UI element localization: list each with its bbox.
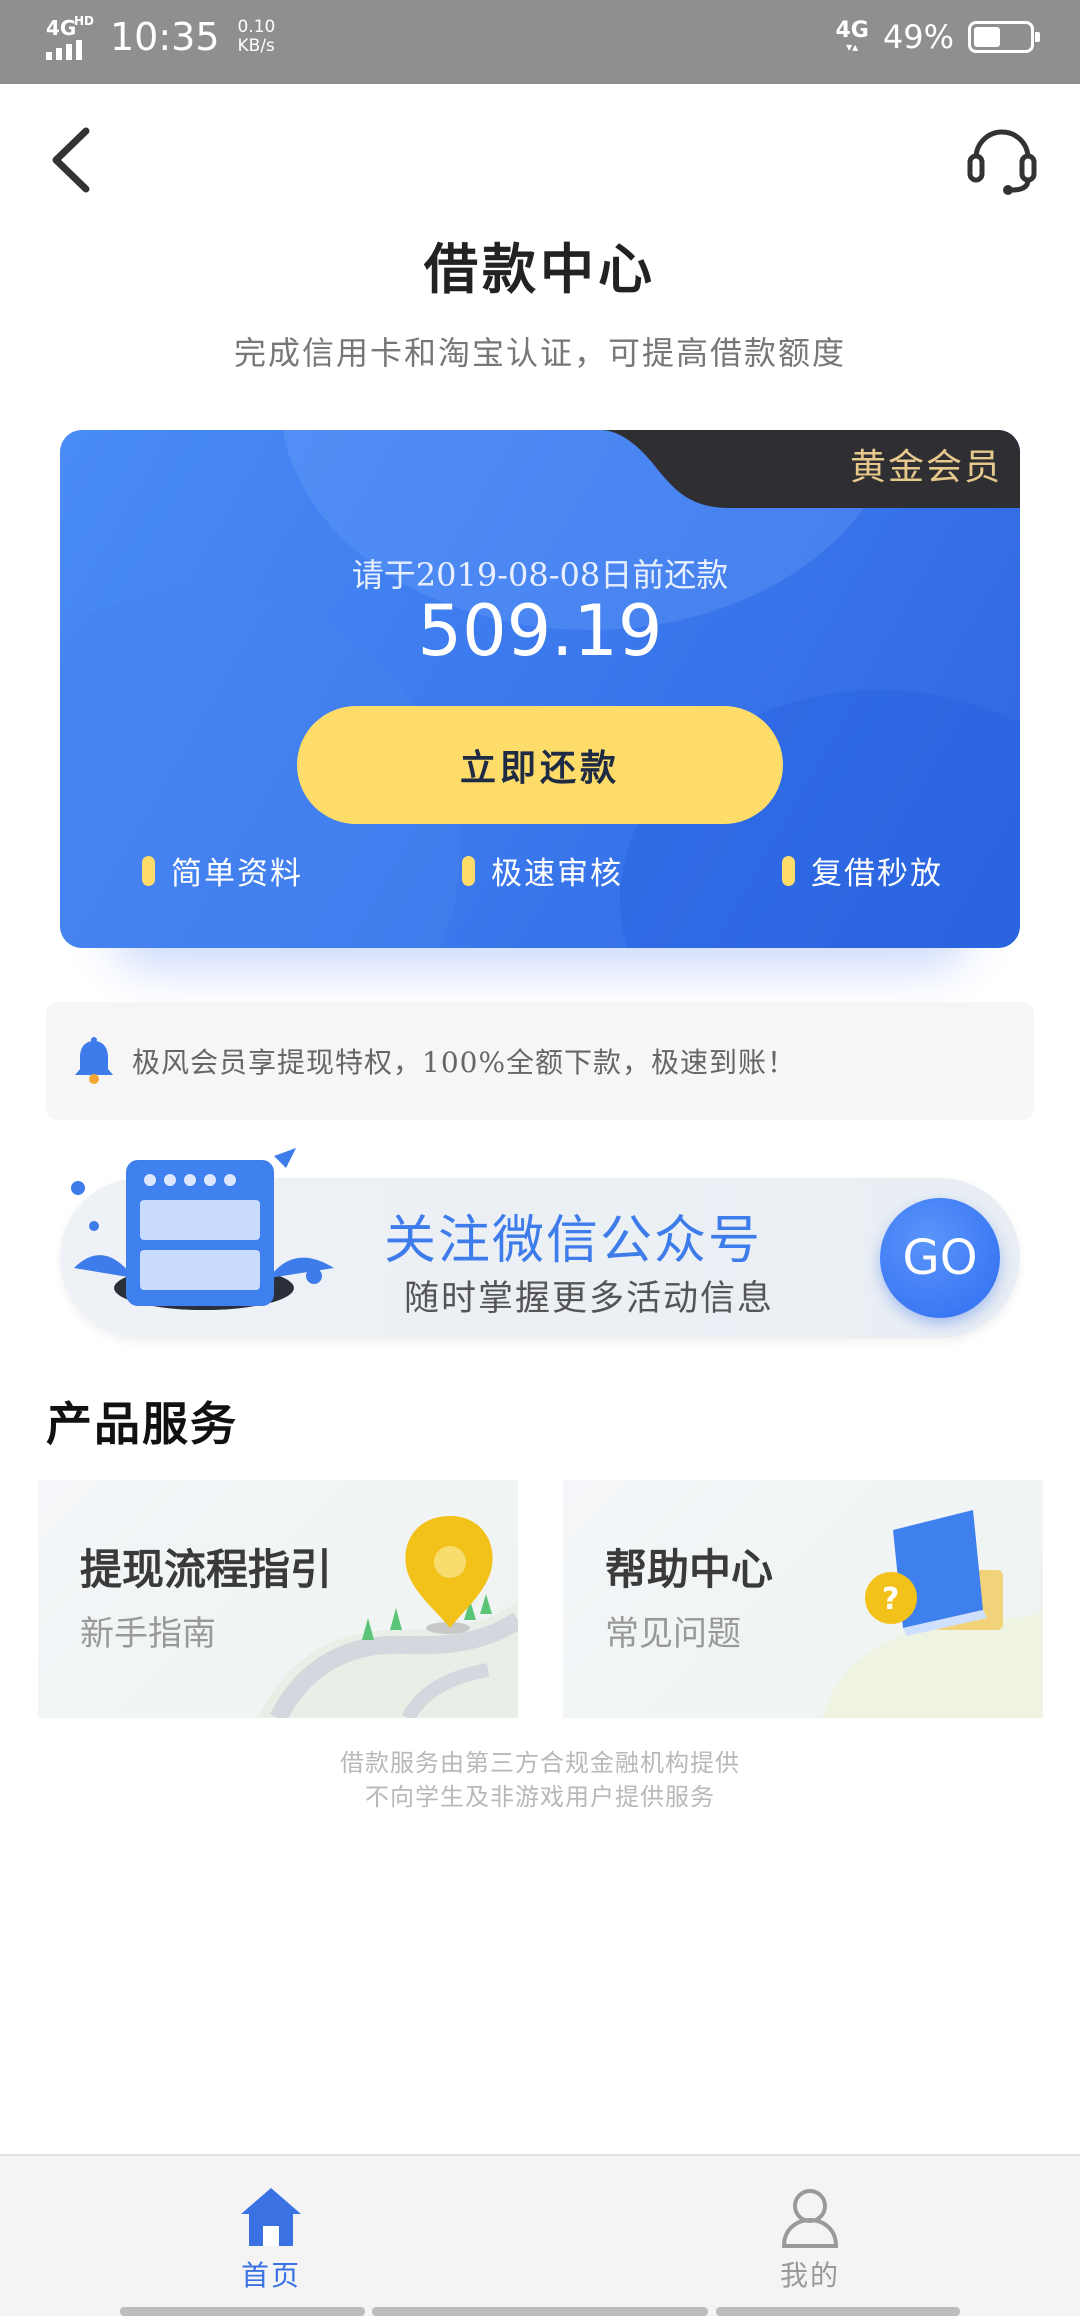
feature-label: 复借秒放 (811, 856, 943, 892)
map-pin-icon (258, 1516, 518, 1718)
headset-icon (967, 129, 1037, 195)
go-button[interactable]: GO (880, 1198, 1000, 1318)
gesture-bar (716, 2307, 960, 2316)
network-speed: 0.10 KB/s (238, 18, 276, 56)
signal-icon: 4G HD (46, 14, 100, 60)
gesture-bar (120, 2307, 365, 2316)
signal-bars (46, 40, 82, 60)
status-right: 4G ▾▴ 49% (835, 18, 1040, 56)
tab-home[interactable]: 首页 (191, 2186, 351, 2296)
feature-list: 简单资料 极速审核 复借秒放 (60, 848, 1020, 892)
notice-text: 极风会员享提现特权，100%全额下款，极速到账！ (132, 1046, 797, 1079)
tab-label: 我的 (779, 2259, 840, 2292)
service-card-subtitle: 常见问题 (605, 1614, 741, 1654)
battery-icon (968, 21, 1040, 53)
vip-badge: 黄金会员 (849, 447, 1002, 488)
chevron-left-icon (52, 127, 90, 193)
feature-marker (782, 855, 795, 886)
customer-service-button[interactable] (964, 118, 1040, 198)
page-title: 借款中心 (424, 237, 656, 301)
tab-label: 首页 (240, 2259, 301, 2292)
feature-item: 极速审核 (462, 848, 623, 893)
back-button[interactable] (40, 122, 100, 198)
repay-now-button[interactable]: 立即还款 (297, 706, 783, 824)
wechat-banner-subtitle: 随时掌握更多活动信息 (404, 1279, 775, 1319)
book-question-icon: ? (823, 1510, 1043, 1718)
wechat-banner-title: 关注微信公众号 (384, 1211, 763, 1271)
feature-marker (462, 855, 475, 886)
tab-mine[interactable]: 我的 (730, 2186, 890, 2296)
battery-level (974, 27, 1000, 47)
bottom-tab-bar: 首页 我的 (0, 2154, 1080, 2316)
disclaimer-line: 不向学生及非游戏用户提供服务 (365, 1783, 715, 1811)
mobile-data-icon: 4G ▾▴ (835, 18, 869, 54)
user-icon (781, 2189, 839, 2248)
gesture-bar (372, 2307, 708, 2316)
service-card-withdraw-guide[interactable]: 提现流程指引 新手指南 (38, 1480, 518, 1718)
battery-percent: 49% (882, 18, 954, 56)
svg-text:?: ? (882, 1582, 899, 1617)
feature-item: 简单资料 (142, 848, 303, 893)
feature-label: 极速审核 (491, 856, 623, 892)
service-card-subtitle: 新手指南 (80, 1614, 216, 1654)
service-card-help-center[interactable]: 帮助中心 常见问题 ? (563, 1480, 1043, 1718)
repay-amount: 509.19 (417, 590, 663, 672)
disclaimer: 借款服务由第三方合规金融机构提供 不向学生及非游戏用户提供服务 (0, 1746, 1080, 1814)
notice-bar[interactable]: 极风会员享提现特权，100%全额下款，极速到账！ (46, 1002, 1034, 1120)
page-subtitle: 完成信用卡和淘宝认证，可提高借款额度 (233, 334, 846, 372)
mobile-data-type: 4G (835, 18, 869, 43)
feature-label: 简单资料 (171, 856, 303, 892)
speed-value: 0.10 (237, 17, 276, 37)
section-title: 产品服务 (46, 1397, 238, 1451)
speed-unit: KB/s (237, 36, 275, 56)
status-left: 4G HD 10:35 0.10 KB/s (46, 14, 275, 60)
phone-splash-icon (71, 1148, 334, 1310)
status-bar: 4G HD 10:35 0.10 KB/s 4G ▾▴ 49% (0, 0, 1080, 84)
bell-icon (75, 1037, 113, 1084)
clock: 10:35 (110, 15, 220, 59)
feature-marker (142, 855, 155, 886)
network-suffix: HD (74, 14, 95, 28)
feature-item: 复借秒放 (782, 848, 943, 893)
disclaimer-line: 借款服务由第三方合规金融机构提供 (340, 1749, 740, 1777)
network-type: 4G (46, 16, 77, 40)
repay-card: 黄金会员 请于2019-08-08日前还款 509.19 立即还款 简单资料 极… (60, 430, 1020, 948)
service-card-title: 帮助中心 (605, 1545, 774, 1594)
home-icon (241, 2188, 301, 2246)
